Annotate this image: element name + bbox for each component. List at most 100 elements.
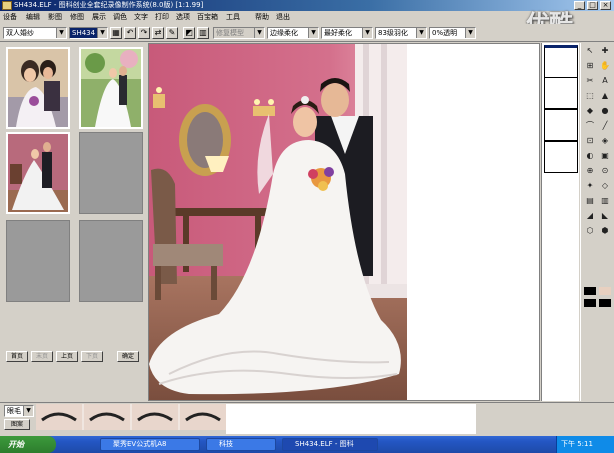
circle-icon[interactable]: ● [599,105,611,117]
zoom-icon[interactable]: ⊕ [584,165,596,177]
taskbar-item-active[interactable]: SH434.ELF - 图科 [282,438,378,451]
curve-icon[interactable]: ⌒ [584,120,596,132]
last-page-button[interactable]: 末页 [31,351,53,362]
hand-icon[interactable]: ✋ [599,60,611,72]
text-tool-icon[interactable]: A [599,75,611,87]
template-thumbnail[interactable] [6,47,70,129]
menu-item-treasure[interactable]: 百宝箱 [197,13,218,21]
hexagon-icon[interactable]: ⬡ [584,225,596,237]
cut-icon[interactable]: ✂ [584,75,596,87]
gradient-reverse-icon[interactable]: ◣ [599,210,611,222]
grid-icon[interactable]: ▦ [110,27,122,39]
taskbar-item[interactable]: 聚秀EV公式机A8 [100,438,200,451]
feather-combo-value: 83级羽化 [378,29,408,37]
chevron-down-icon: ▼ [23,406,33,416]
taskbar-item[interactable]: 科技 [206,438,276,451]
rotate-left-icon[interactable]: ↶ [124,27,136,39]
edge-soften-combo[interactable]: 边缘柔化 ▼ [267,27,319,39]
layer-b-icon[interactable]: ▥ [599,195,611,207]
layers-panel [541,43,579,401]
window-title: SH434.ELF - 图科创业全套纪录像制作系统(8.0版) [1:1.99] [14,1,204,9]
color-swatch[interactable] [599,299,611,307]
menu-item-show[interactable]: 展示 [92,13,106,21]
menu-item-print[interactable]: 打印 [155,13,169,21]
move-icon[interactable]: ✚ [599,45,611,57]
layer-slot[interactable] [544,141,578,173]
menu-item-image[interactable]: 影图 [48,13,62,21]
target-icon[interactable]: ⊙ [599,165,611,177]
prev-page-button[interactable]: 上页 [56,351,78,362]
close-button[interactable]: × [600,1,611,10]
title-bar: SH434.ELF - 图科创业全套纪录像制作系统(8.0版) [1:1.99] [0,0,614,11]
empty-thumbnail-slot[interactable] [6,220,70,302]
hexagon-fill-icon[interactable]: ⬢ [599,225,611,237]
template-thumbnail-selected[interactable] [6,132,70,214]
category-combo-value: 双人婚纱 [6,29,34,37]
menu-item-help[interactable]: 帮助 [255,13,269,21]
sparkle-icon[interactable]: ✦ [584,180,596,192]
couple-garden-thumbnail [81,49,141,127]
table-icon[interactable]: ▥ [197,27,209,39]
fill-icon[interactable]: ▣ [599,150,611,162]
system-tray: 下午 5:11 [556,436,614,453]
menu-item-options[interactable]: 选项 [176,13,190,21]
menu-item-retouch[interactable]: 修图 [70,13,84,21]
category-combo[interactable]: 双人婚纱 ▼ [3,27,67,39]
empty-thumbnail-slot[interactable] [79,220,143,302]
foreground-color-swatch[interactable] [584,287,596,295]
gradient-icon[interactable]: ◢ [584,210,596,222]
menu-bar: 设备 编辑 影图 修图 展示 调色 文字 打印 选项 百宝箱 工具 帮助 退出 [0,11,614,23]
confirm-button[interactable]: 确定 [117,351,139,362]
empty-thumbnail-slot[interactable] [79,132,143,214]
edge-soften-value: 边缘柔化 [270,29,298,37]
line-icon[interactable]: ╱ [599,120,611,132]
flip-icon[interactable]: ⇄ [152,27,164,39]
frame-icon[interactable]: ⊡ [584,135,596,147]
layer-slot[interactable] [544,45,578,79]
image-canvas[interactable] [148,43,540,401]
crop-icon[interactable]: ⬚ [584,90,596,102]
layer-slot[interactable] [544,77,578,109]
menu-item-color[interactable]: 调色 [113,13,127,21]
feather-combo[interactable]: 83级羽化 ▼ [375,27,427,39]
couple-photo-thumbnail [8,49,68,127]
menu-item-device[interactable]: 设备 [3,13,17,21]
pattern-button[interactable]: 图案 [4,419,30,430]
chevron-down-icon: ▼ [97,28,107,38]
select-icon[interactable]: ◩ [183,27,195,39]
sample-area[interactable] [226,404,476,434]
color-swatch[interactable] [584,299,596,307]
menu-item-exit[interactable]: 退出 [276,13,290,21]
file-combo[interactable]: SH434 ▼ [69,27,108,39]
layer-a-icon[interactable]: ▤ [584,195,596,207]
start-button[interactable]: 开始 [0,436,56,453]
pointer-icon[interactable]: ↖ [584,45,596,57]
grid-select-icon[interactable]: ⊞ [584,60,596,72]
triangle-icon[interactable]: ▲ [599,90,611,102]
opacity-combo[interactable]: 0%透明 ▼ [429,27,476,39]
diamond-icon[interactable]: ◆ [584,105,596,117]
template-thumbnail[interactable] [79,47,143,129]
layer-slot[interactable] [544,109,578,141]
first-page-button[interactable]: 首页 [6,351,28,362]
stamp-icon[interactable]: ◈ [599,135,611,147]
smooth-combo[interactable]: 最好柔化 ▼ [321,27,373,39]
model-combo[interactable]: 修复模型 ▼ [213,27,265,39]
wedding-photo [149,44,407,400]
background-color-swatch[interactable] [599,287,611,295]
rotate-right-icon[interactable]: ↷ [138,27,150,39]
menu-item-text[interactable]: 文字 [134,13,148,21]
lasso-icon[interactable]: ◇ [599,180,611,192]
contrast-icon[interactable]: ◐ [584,150,596,162]
next-page-button[interactable]: 下页 [81,351,103,362]
chevron-down-icon: ▼ [416,28,426,38]
menu-item-edit[interactable]: 编辑 [26,13,40,21]
menu-item-tools[interactable]: 工具 [226,13,240,21]
taskbar-item-label: SH434.ELF - 图科 [295,440,354,448]
taskbar-item-label: 科技 [219,440,233,448]
eyelash-samples[interactable] [36,404,226,430]
brush-icon[interactable]: ✎ [166,27,178,39]
chevron-down-icon: ▼ [465,28,475,38]
material-combo[interactable]: 眼毛 ▼ [4,405,34,417]
wedding-dress-thumbnail [8,134,68,212]
